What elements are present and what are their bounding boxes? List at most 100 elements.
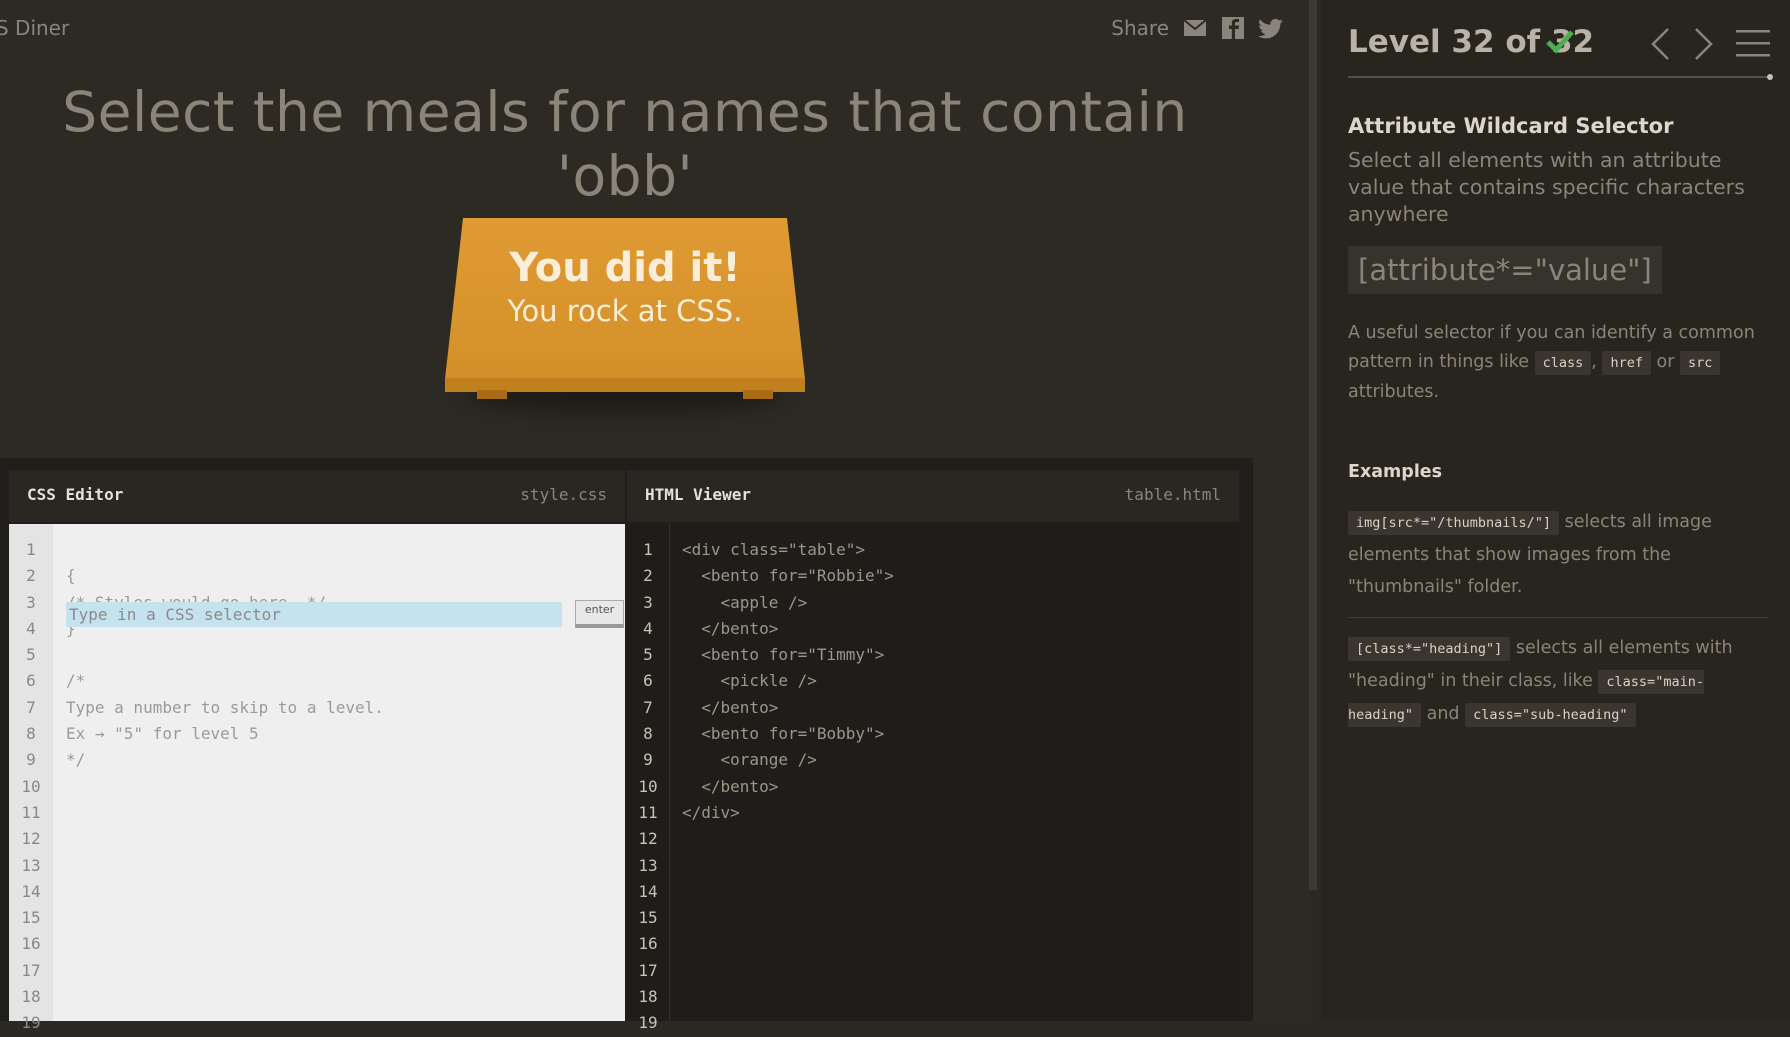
code-line: */ (66, 750, 86, 770)
line-number: 17 (638, 960, 658, 980)
line-number: 12 (638, 829, 658, 849)
line-number: 2 (26, 566, 36, 586)
hint-code-src: src (1680, 351, 1721, 375)
line-number: 1 (26, 540, 36, 559)
menu-icon[interactable] (1736, 28, 1770, 58)
html-viewer-body: 1 2 3 4 5 6 7 8 9 10 11 12 13 14 15 16 17 18 19 <div class… (627, 524, 1239, 1032)
css-code-lines: {/* Styles would go here. */}/*Type a nu… (66, 537, 384, 774)
line-number: 7 (643, 697, 653, 717)
line-number: 8 (26, 724, 36, 744)
code-line: </bento> (682, 776, 779, 796)
line-number: 4 (26, 618, 36, 638)
line-number: 4 (643, 618, 653, 638)
line-number: 5 (26, 645, 36, 665)
selector-description: Select all elements with an attribute va… (1348, 148, 1745, 226)
line-number: 9 (643, 750, 653, 770)
hint-code-href: href (1602, 351, 1651, 375)
html-viewer-header: HTML Viewer table.html (627, 470, 1239, 522)
selector-hint: A useful selector if you can identify a … (1348, 319, 1768, 407)
css-editor-title: CSS Editor (27, 485, 124, 504)
hint-separator: or (1656, 352, 1675, 372)
progress-indicator (1767, 74, 1773, 80)
line-number: 19 (21, 1013, 41, 1033)
twitter-icon[interactable] (1257, 14, 1285, 42)
example-code: [class*="heading"] (1348, 637, 1511, 661)
win-subtitle: You rock at CSS. (507, 294, 743, 328)
share-bar: Share (1111, 14, 1285, 42)
example-item: img[src*="/thumbnails/"] selects all ima… (1348, 506, 1768, 618)
line-number: 6 (643, 671, 653, 691)
gutter-divider (669, 524, 670, 1021)
code-line: <bento for="Timmy"> (682, 645, 885, 665)
example-code: img[src*="/thumbnails/"] (1348, 511, 1560, 535)
line-number: 19 (638, 1013, 658, 1033)
line-number: 12 (21, 829, 41, 849)
line-number: 5 (643, 645, 653, 665)
line-number: 8 (643, 724, 653, 744)
line-number: 16 (638, 934, 658, 954)
selector-name: Attribute Wildcard Selector (1348, 114, 1674, 138)
win-message: You did it! You rock at CSS. (445, 244, 805, 330)
hint-code-class: class (1534, 351, 1592, 375)
css-editor-header: CSS Editor style.css (9, 470, 625, 522)
facebook-icon[interactable] (1219, 14, 1247, 42)
html-line-gutter: 1 2 3 4 5 6 7 8 9 10 11 12 13 14 15 16 17 18 19 (627, 537, 669, 1037)
line-number: 14 (21, 881, 41, 901)
next-level-icon[interactable] (1692, 26, 1716, 62)
line-number: 10 (638, 776, 658, 796)
pane-divider[interactable] (1309, 0, 1317, 890)
line-number: 2 (643, 566, 653, 586)
table-leg (743, 390, 773, 399)
level-header: Level 32 of 32 (1348, 20, 1773, 80)
line-number: 3 (26, 592, 36, 612)
code-line: <div class="table"> (682, 540, 866, 559)
line-number: 13 (21, 855, 41, 875)
line-number: 10 (21, 776, 41, 796)
table-leg (477, 390, 507, 399)
code-line: { (66, 566, 76, 586)
example-item: [class*="heading"] selects all elements … (1348, 632, 1768, 731)
code-line: Ex → "5" for level 5 (66, 724, 259, 744)
code-line: Type a number to skip to a level. (66, 697, 384, 717)
html-viewer-filename: table.html (1124, 485, 1221, 504)
line-number: 3 (643, 592, 653, 612)
line-number: 7 (26, 697, 36, 717)
line-number: 9 (26, 750, 36, 770)
example-code: class="sub-heading" (1465, 703, 1636, 727)
css-editor-body: 12345678910111213141516171819 {/* Styles… (9, 524, 625, 1032)
level-sidebar: Level 32 of 32 Attribute Wildcard Select… (1321, 0, 1790, 1021)
code-line: </bento> (682, 618, 779, 638)
hint-text-end: attributes. (1348, 382, 1440, 402)
line-number: 11 (638, 802, 658, 822)
line-number: 15 (21, 908, 41, 928)
line-number: 18 (21, 987, 41, 1007)
level-instruction: Select the meals for names that contain … (62, 80, 1188, 208)
share-label: Share (1111, 16, 1169, 40)
win-title: You did it! (509, 245, 741, 291)
code-line: <bento for="Robbie"> (682, 566, 894, 586)
previous-level-icon[interactable] (1648, 26, 1672, 62)
html-viewer-title: HTML Viewer (645, 485, 751, 504)
bento-table: You did it! You rock at CSS. (445, 218, 805, 438)
code-line: </bento> (682, 697, 779, 717)
css-selector-input[interactable] (66, 602, 562, 627)
app-logo[interactable]: S Diner (0, 16, 69, 40)
hint-separator: , (1591, 352, 1597, 372)
enter-button[interactable]: enter (575, 600, 624, 628)
css-line-gutter: 1 2 3 4 5 6 7 8 9 10 11 12 13 14 15 16 17 18 19 (9, 524, 53, 1032)
code-line: <apple /> (682, 592, 808, 612)
selector-syntax: [attribute*="value"] (1348, 246, 1662, 294)
game-area: S Diner Share Select the meals for names… (0, 0, 1310, 1032)
checkmark-icon (1544, 26, 1576, 58)
code-line: <pickle /> (682, 671, 817, 691)
line-number: 15 (638, 908, 658, 928)
mail-icon[interactable] (1181, 14, 1209, 42)
line-number: 13 (638, 855, 658, 875)
example-text: and (1426, 704, 1460, 724)
line-number: 16 (21, 934, 41, 954)
code-line: <bento for="Bobby"> (682, 724, 885, 744)
line-number: 6 (26, 671, 36, 691)
line-number: 18 (638, 987, 658, 1007)
